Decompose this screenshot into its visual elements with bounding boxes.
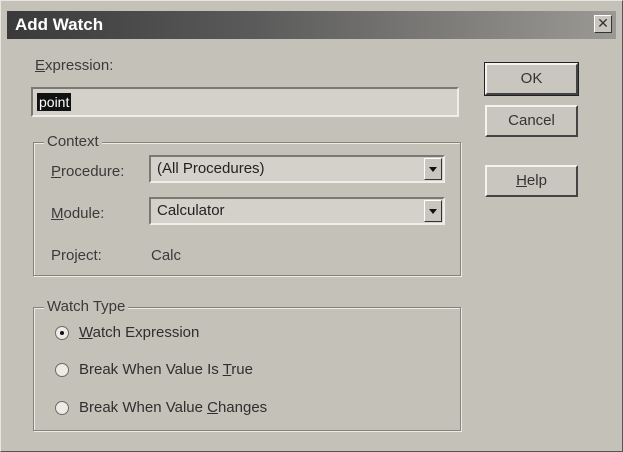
procedure-select[interactable]: (All Procedures): [149, 155, 445, 183]
expression-field[interactable]: point: [31, 87, 459, 117]
project-value: Calc: [151, 247, 182, 264]
cancel-button[interactable]: Cancel: [485, 105, 578, 137]
title-bar[interactable]: Add Watch ✕: [7, 11, 616, 39]
module-select[interactable]: Calculator: [149, 197, 445, 225]
context-group-title: Context: [44, 133, 102, 150]
window-title: Add Watch: [15, 15, 104, 34]
radio-label: Break When Value Is True: [79, 361, 253, 378]
radio-label: Watch Expression: [79, 324, 200, 341]
procedure-label: Procedure:: [51, 163, 125, 180]
add-watch-dialog: Add Watch ✕ Expression: point OK Cancel …: [0, 0, 623, 452]
close-button[interactable]: ✕: [594, 15, 612, 33]
project-label: Project:: [51, 247, 102, 264]
watch-type-group-title: Watch Type: [44, 298, 129, 315]
close-icon: ✕: [597, 15, 609, 31]
expression-label: Expression:: [35, 57, 114, 74]
module-select-value: Calculator: [157, 202, 225, 219]
chevron-down-icon[interactable]: [424, 158, 442, 180]
radio-icon[interactable]: [55, 401, 69, 415]
radio-label: Break When Value Changes: [79, 399, 268, 416]
module-label: Module:: [51, 205, 105, 222]
radio-icon[interactable]: [55, 363, 69, 377]
chevron-down-icon[interactable]: [424, 200, 442, 222]
procedure-select-value: (All Procedures): [157, 160, 265, 177]
radio-icon[interactable]: [55, 326, 69, 340]
ok-button[interactable]: OK: [484, 62, 579, 96]
expression-value: point: [37, 93, 72, 111]
help-button[interactable]: Help: [485, 165, 578, 197]
